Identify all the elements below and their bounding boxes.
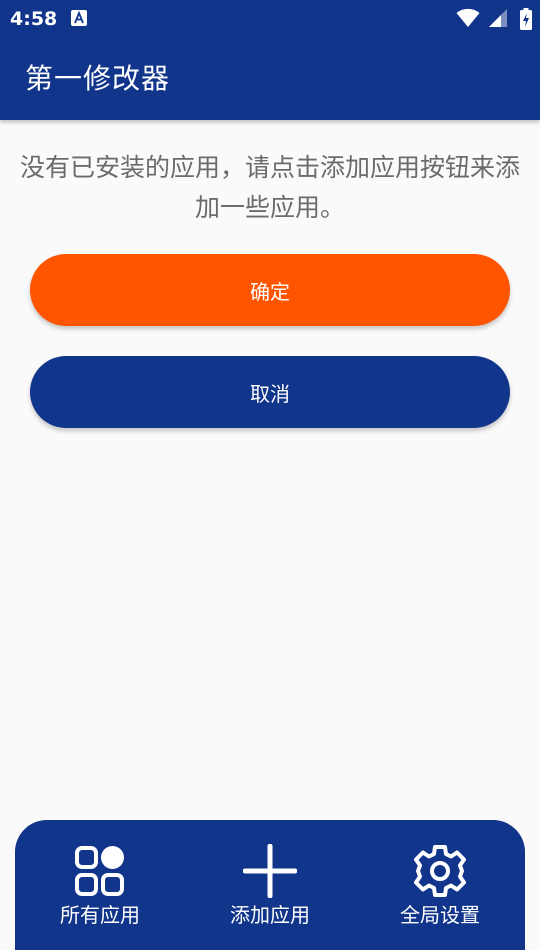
status-time: 4:58 [10, 8, 58, 30]
a-letter-icon [71, 10, 87, 26]
empty-state-message: 没有已安装的应用，请点击添加应用按钮来添加一些应用。 [20, 153, 521, 222]
cellular-signal-icon [489, 9, 507, 27]
cancel-button-label: 取消 [250, 381, 290, 406]
confirm-button-label: 确定 [250, 279, 290, 304]
battery-charging-icon [520, 8, 532, 30]
nav-item-global-settings[interactable]: 全局设置 [355, 820, 525, 927]
nav-label-global-settings: 全局设置 [400, 903, 480, 927]
status-bar: 4:58 [0, 0, 540, 38]
nav-label-all-apps: 所有应用 [60, 903, 140, 927]
wifi-icon [456, 8, 480, 27]
nav-item-all-apps[interactable]: 所有应用 [15, 820, 185, 927]
confirm-button[interactable]: 确定 [30, 254, 510, 326]
plus-icon [242, 843, 298, 899]
grid-apps-icon [73, 844, 127, 898]
nav-label-add-app: 添加应用 [230, 903, 310, 927]
app-bar: 第一修改器 [0, 38, 540, 120]
page-title: 第一修改器 [25, 62, 171, 95]
nav-item-add-app[interactable]: 添加应用 [185, 820, 355, 927]
bottom-navigation: 所有应用 添加应用 全局设置 [15, 820, 525, 950]
gear-icon [413, 844, 467, 898]
cancel-button[interactable]: 取消 [30, 356, 510, 428]
